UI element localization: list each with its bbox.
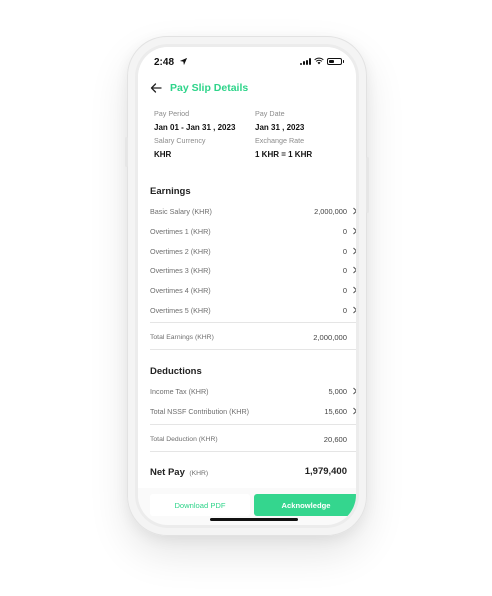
back-arrow-icon[interactable] bbox=[150, 82, 162, 94]
row-value: 0 bbox=[342, 285, 347, 295]
row-label: Overtimes 1 (KHR) bbox=[150, 226, 211, 236]
total-deduction-label: Total Deduction (KHR) bbox=[150, 435, 218, 443]
total-earnings-value: 2,000,000 bbox=[313, 332, 347, 342]
signal-icon bbox=[300, 57, 311, 65]
home-indicator bbox=[210, 518, 298, 521]
row-value: 0 bbox=[342, 246, 347, 256]
divider bbox=[150, 322, 356, 323]
download-pdf-button[interactable]: Download PDF bbox=[150, 494, 250, 516]
divider bbox=[150, 349, 356, 350]
status-icons bbox=[300, 57, 344, 65]
phone-screen: 2:48 Pay Slip Details Pay Period Jan 01 … bbox=[138, 47, 356, 525]
total-deduction-row: Total Deduction (KHR) 20,600 bbox=[150, 432, 356, 446]
meta-value: 1 KHR = 1 KHR bbox=[255, 150, 313, 159]
row-label: Basic Salary (KHR) bbox=[150, 206, 212, 216]
earning-row-overtimes-5[interactable]: Overtimes 5 (KHR) 0 bbox=[150, 303, 356, 317]
deductions-title: Deductions bbox=[150, 366, 202, 377]
wifi-icon bbox=[314, 57, 324, 65]
row-value: 0 bbox=[342, 265, 347, 275]
earning-row-overtimes-2[interactable]: Overtimes 2 (KHR) 0 bbox=[150, 244, 356, 258]
net-pay-label: Net Pay bbox=[150, 467, 185, 478]
chevron-right-icon bbox=[353, 227, 356, 235]
meta-pay-date: Pay Date Jan 31 , 2023 bbox=[255, 109, 355, 132]
row-label: Total NSSF Contribution (KHR) bbox=[150, 406, 250, 416]
meta-label: Exchange Rate bbox=[255, 136, 305, 145]
total-earnings-row: Total Earnings (KHR) 2,000,000 bbox=[150, 330, 356, 344]
row-label: Overtimes 5 (KHR) bbox=[150, 305, 211, 315]
meta-label: Pay Period bbox=[154, 109, 190, 118]
row-value: 0 bbox=[342, 305, 347, 315]
deduction-row-nssf[interactable]: Total NSSF Contribution (KHR) 15,600 bbox=[150, 404, 356, 418]
meta-value: KHR bbox=[154, 150, 172, 159]
phone-frame: 2:48 Pay Slip Details Pay Period Jan 01 … bbox=[125, 36, 369, 536]
divider bbox=[150, 451, 356, 452]
total-deduction-value: 20,600 bbox=[323, 434, 347, 444]
row-label: Income Tax (KHR) bbox=[150, 386, 209, 396]
earning-row-basic-salary[interactable]: Basic Salary (KHR) 2,000,000 bbox=[150, 204, 356, 218]
earning-row-overtimes-4[interactable]: Overtimes 4 (KHR) 0 bbox=[150, 283, 356, 297]
row-label: Overtimes 3 (KHR) bbox=[150, 265, 211, 275]
chevron-right-icon bbox=[353, 286, 356, 294]
phone-bezel: 2:48 Pay Slip Details Pay Period Jan 01 … bbox=[135, 44, 359, 528]
phone-side-button bbox=[366, 157, 369, 213]
location-arrow-icon bbox=[179, 57, 188, 66]
chevron-right-icon bbox=[353, 247, 356, 255]
chevron-right-icon bbox=[353, 207, 356, 215]
net-pay-row: Net Pay (KHR) 1,979,400 bbox=[150, 462, 356, 480]
chevron-right-icon bbox=[353, 266, 356, 274]
row-value: 2,000,000 bbox=[314, 206, 347, 216]
earning-row-overtimes-1[interactable]: Overtimes 1 (KHR) 0 bbox=[150, 224, 356, 238]
earning-row-overtimes-3[interactable]: Overtimes 3 (KHR) 0 bbox=[150, 263, 356, 277]
meta-pay-period: Pay Period Jan 01 - Jan 31 , 2023 bbox=[154, 109, 254, 132]
app-header: Pay Slip Details bbox=[138, 73, 356, 103]
chevron-right-icon bbox=[353, 387, 356, 395]
row-label: Overtimes 4 (KHR) bbox=[150, 285, 211, 295]
meta-salary-currency: Salary Currency KHR bbox=[154, 136, 254, 159]
meta-label: Pay Date bbox=[255, 109, 285, 118]
meta-label: Salary Currency bbox=[154, 136, 206, 145]
status-bar: 2:48 bbox=[138, 47, 356, 73]
earnings-title: Earnings bbox=[150, 186, 191, 197]
meta-value: Jan 01 - Jan 31 , 2023 bbox=[154, 123, 236, 132]
net-pay-value: 1,979,400 bbox=[304, 465, 347, 477]
deduction-row-income-tax[interactable]: Income Tax (KHR) 5,000 bbox=[150, 384, 356, 398]
net-pay-unit: (KHR) bbox=[189, 470, 209, 477]
page-title: Pay Slip Details bbox=[170, 82, 249, 94]
row-label: Overtimes 2 (KHR) bbox=[150, 246, 211, 256]
net-pay-label-group: Net Pay (KHR) bbox=[150, 462, 208, 480]
status-time: 2:48 bbox=[154, 57, 175, 68]
meta-exchange-rate: Exchange Rate 1 KHR = 1 KHR bbox=[255, 136, 355, 159]
chevron-right-icon bbox=[353, 306, 356, 314]
row-value: 0 bbox=[342, 226, 347, 236]
meta-value: Jan 31 , 2023 bbox=[255, 123, 305, 132]
row-value: 5,000 bbox=[328, 386, 348, 396]
acknowledge-button[interactable]: Acknowledge bbox=[254, 494, 356, 516]
total-earnings-label: Total Earnings (KHR) bbox=[150, 333, 214, 341]
row-value: 15,600 bbox=[324, 406, 347, 416]
divider bbox=[150, 424, 356, 425]
phone-volume-button bbox=[125, 137, 128, 167]
action-footer: Download PDF Acknowledge bbox=[138, 488, 356, 520]
chevron-right-icon bbox=[353, 407, 356, 415]
battery-icon bbox=[327, 57, 344, 65]
payslip-content: Pay Period Jan 01 - Jan 31 , 2023 Pay Da… bbox=[138, 103, 356, 488]
